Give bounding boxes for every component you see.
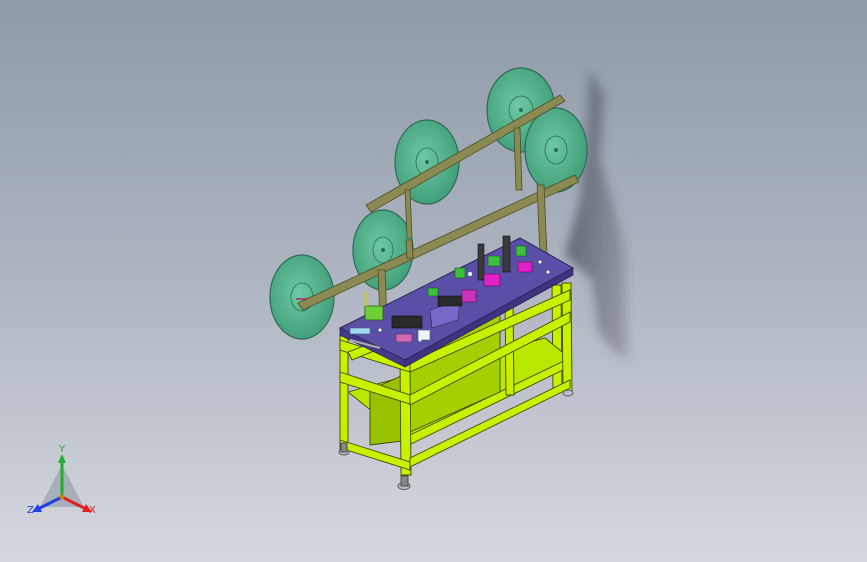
machine-shadow [565,70,628,360]
graphics-viewport[interactable] [0,0,867,562]
magenta-block-2[interactable] [483,273,501,287]
white-block[interactable] [417,329,431,341]
green-block-3[interactable] [454,267,466,279]
axis-label-y: Y [59,444,66,455]
triad-graphic [32,454,92,512]
motor-block[interactable] [364,305,384,321]
magenta-block-3[interactable] [517,261,533,273]
green-block-2[interactable] [515,245,527,257]
pink-plate[interactable] [395,333,413,343]
green-block-4[interactable] [427,287,439,297]
clamp-block-2[interactable] [437,295,463,307]
upright-2[interactable] [502,235,511,273]
sensor-block[interactable] [349,327,371,335]
axis-label-x: X [89,505,96,516]
clamp-block-1[interactable] [391,315,423,329]
upright-1[interactable] [477,243,485,281]
green-block-1[interactable] [487,255,501,267]
view-orientation-triad[interactable]: Y X Z [22,445,112,525]
magenta-block-1[interactable] [461,289,477,303]
axis-label-z: Z [27,505,34,516]
